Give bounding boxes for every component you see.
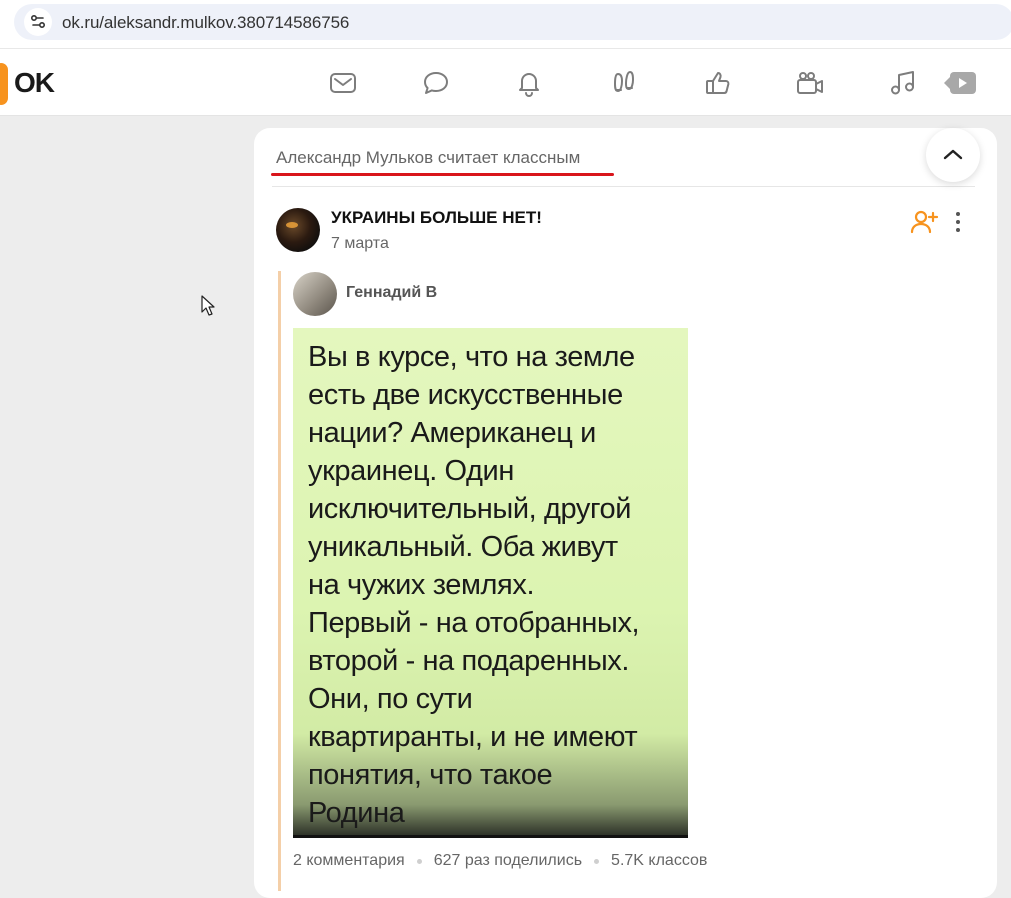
mail-icon[interactable] (327, 67, 359, 99)
card-divider (272, 186, 975, 187)
shares-count[interactable]: 627 раз поделились (434, 852, 582, 870)
guests-icon[interactable] (608, 67, 640, 99)
post-image-text: Вы в курсе, что на земле есть две искусс… (308, 341, 640, 829)
collapse-button[interactable] (926, 128, 980, 182)
tune-icon[interactable] (24, 8, 52, 36)
chat-icon[interactable] (420, 67, 452, 99)
add-friend-icon[interactable] (910, 208, 940, 236)
post-stats: 2 комментария 627 раз поделились 5.7K кл… (293, 852, 707, 870)
group-title[interactable]: УКРАИНЫ БОЛЬШЕ НЕТ! (331, 208, 542, 228)
repost-indicator (278, 271, 281, 891)
group-avatar[interactable] (276, 208, 320, 252)
site-header: OK (0, 48, 1011, 116)
music-icon[interactable] (887, 67, 919, 99)
reason-underline (271, 173, 614, 176)
url-field[interactable]: ok.ru/aleksandr.mulkov.380714586756 (14, 4, 1011, 40)
browser-address-bar: ok.ru/aleksandr.mulkov.380714586756 (0, 0, 1011, 48)
likes-count[interactable]: 5.7K классов (611, 852, 707, 870)
like-icon[interactable] (702, 67, 734, 99)
author-avatar[interactable] (293, 272, 337, 316)
mouse-cursor-icon (201, 295, 217, 322)
bell-icon[interactable] (513, 67, 545, 99)
url-text[interactable]: ok.ru/aleksandr.mulkov.380714586756 (62, 13, 349, 33)
chevron-up-icon (943, 149, 963, 160)
stats-separator (416, 858, 422, 864)
video-play-icon[interactable] (942, 67, 978, 99)
repost-author-name[interactable]: Геннадий В (346, 284, 437, 302)
more-options-icon[interactable] (948, 208, 968, 236)
post-image[interactable]: Вы в курсе, что на земле есть две искусс… (293, 328, 688, 838)
feed-reason-text[interactable]: Александр Мульков считает классным (276, 148, 580, 168)
logo-accent (0, 63, 8, 105)
feed-card: Александр Мульков считает классным УКРАИ… (254, 128, 997, 898)
site-logo[interactable]: OK (14, 67, 55, 99)
post-date[interactable]: 7 марта (331, 235, 389, 253)
stats-separator (594, 858, 600, 864)
video-camera-icon[interactable] (794, 67, 826, 99)
comments-count[interactable]: 2 комментария (293, 852, 405, 870)
